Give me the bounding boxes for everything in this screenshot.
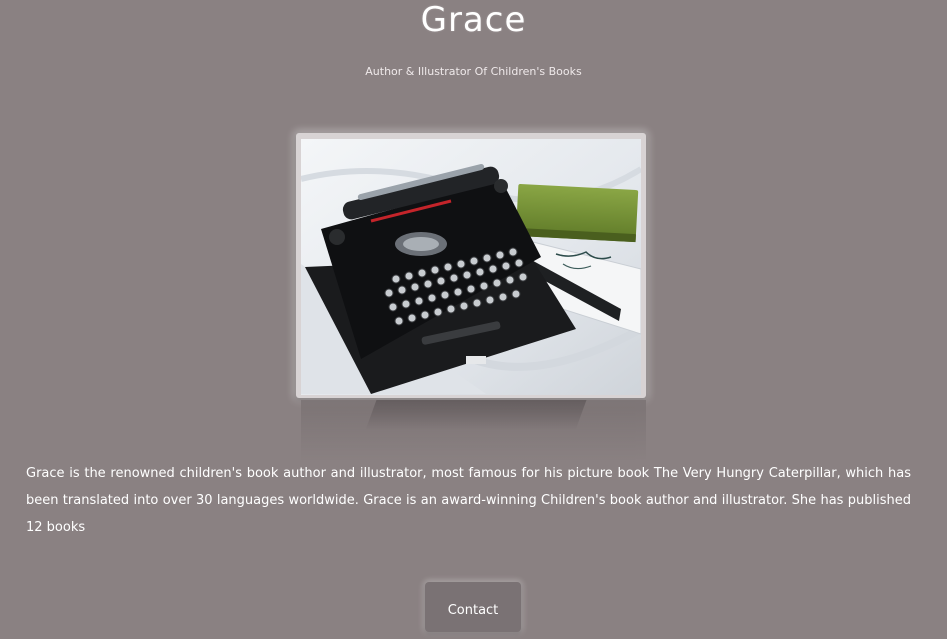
featured-photo-frame bbox=[296, 133, 646, 398]
photo-reflection bbox=[301, 400, 646, 462]
contact-button[interactable]: Contact bbox=[425, 582, 521, 632]
author-bio: Grace is the renowned children's book au… bbox=[26, 466, 911, 535]
typewriter-photo bbox=[301, 139, 641, 395]
page-subtitle: Author & Illustrator Of Children's Books bbox=[365, 65, 582, 78]
page-title: Grace bbox=[420, 0, 527, 40]
